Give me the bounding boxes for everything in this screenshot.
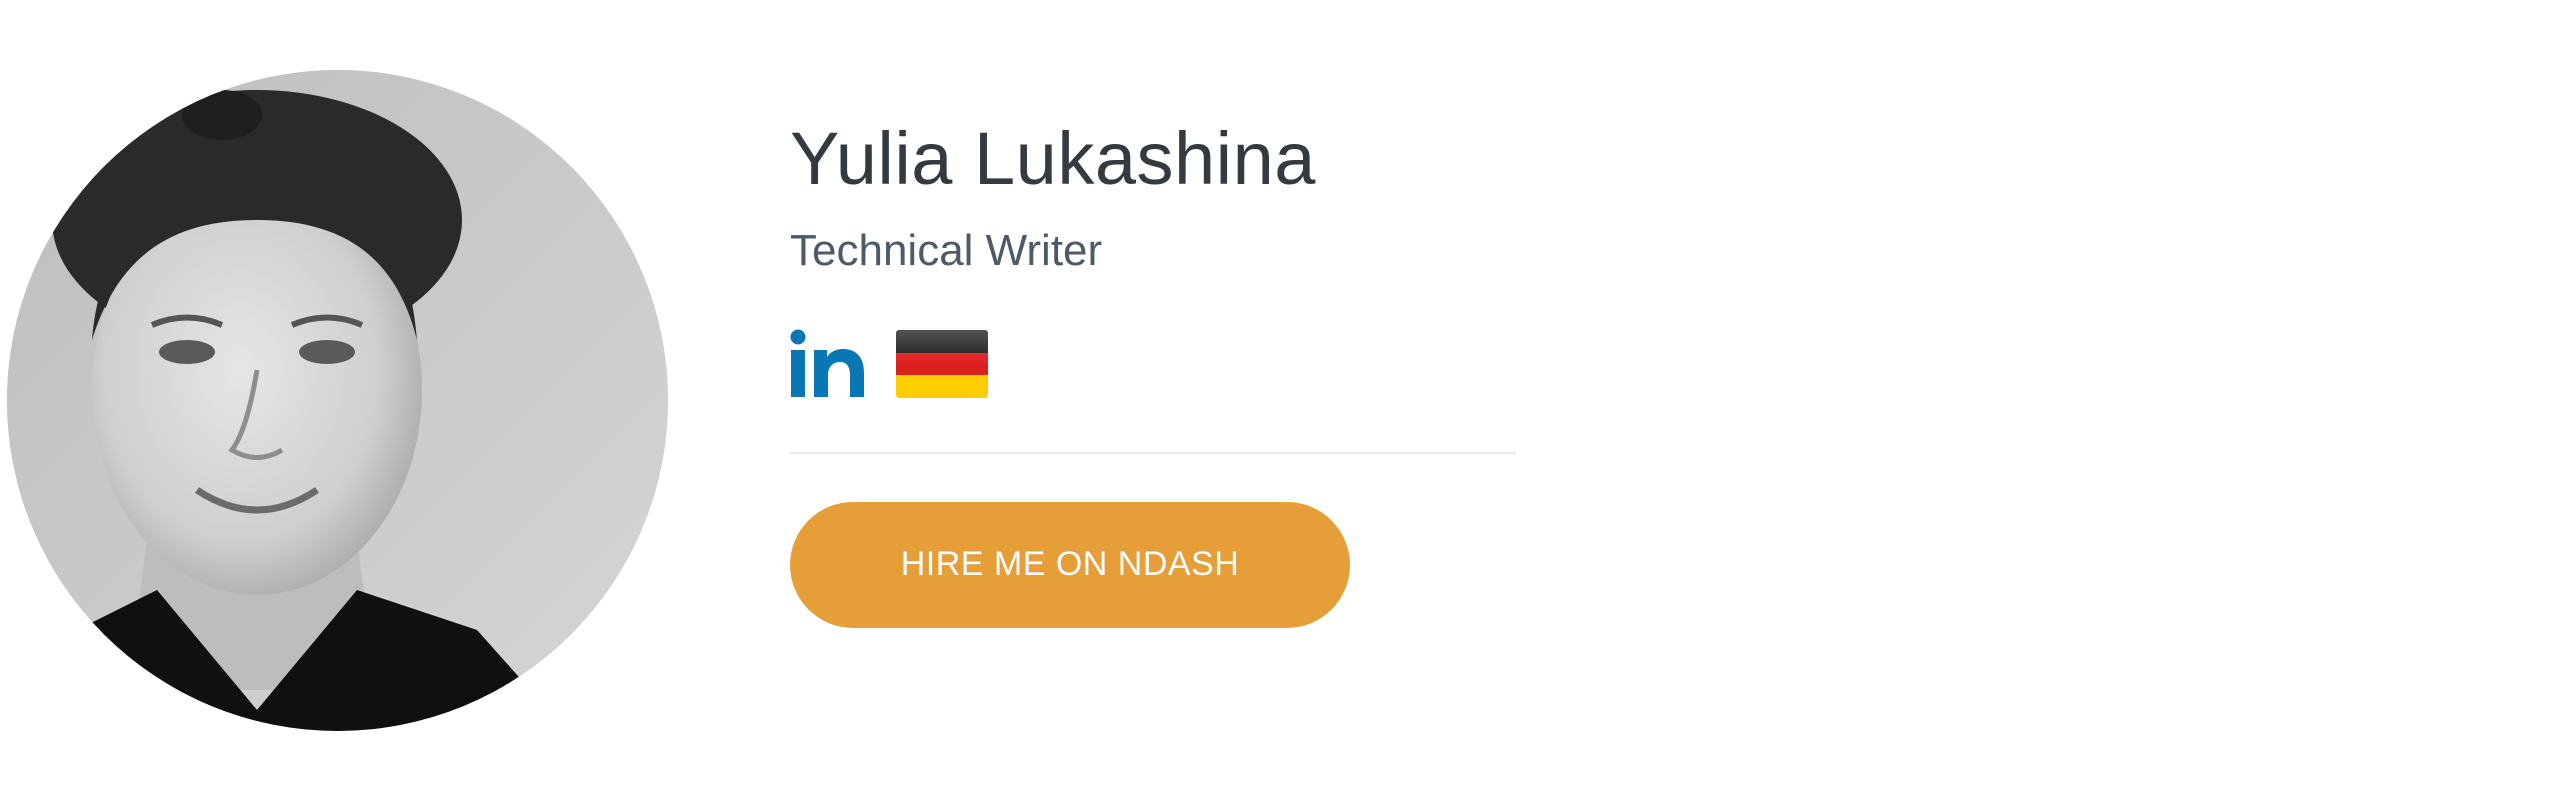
divider <box>790 451 1516 454</box>
social-icons <box>790 328 1520 400</box>
avatar <box>7 70 668 731</box>
profile-info: Yulia Lukashina Technical Writer HIRE ME… <box>790 118 1520 628</box>
linkedin-icon[interactable] <box>790 329 866 399</box>
profile-title: Technical Writer <box>790 226 1103 276</box>
germany-flag-icon <box>896 329 988 398</box>
profile-card: Yulia Lukashina Technical Writer HIRE ME… <box>0 0 2560 800</box>
avatar-photo <box>7 70 668 731</box>
profile-name: Yulia Lukashina <box>790 117 1316 200</box>
hire-me-button[interactable]: HIRE ME ON NDASH <box>790 501 1350 628</box>
